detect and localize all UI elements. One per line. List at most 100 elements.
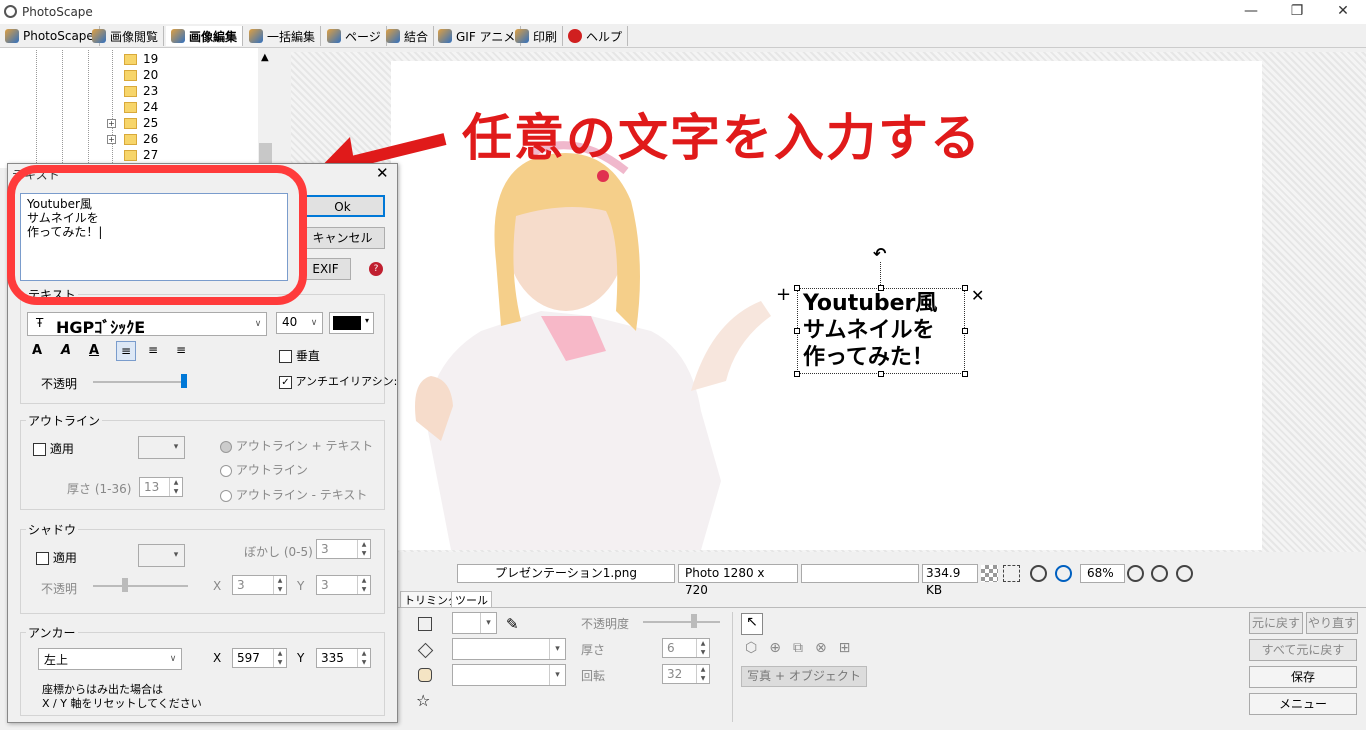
opacity-slider-thumb[interactable] (691, 614, 697, 628)
tab-batch[interactable]: 一括編集 (244, 26, 322, 46)
outline-color-select[interactable]: ▾ (138, 436, 185, 459)
tab-tools[interactable]: ツール (451, 591, 492, 608)
style-combo-2[interactable]: ▾ (452, 664, 566, 686)
align-right-icon[interactable]: ≡ (171, 341, 191, 361)
tab-help[interactable]: ヘルプ (563, 26, 629, 46)
rounded-rect-tool-icon[interactable] (418, 668, 432, 682)
color-combo[interactable]: ▾ (452, 612, 497, 634)
align-left-icon[interactable]: ≡ (116, 341, 136, 361)
tree-node[interactable]: 26 (143, 131, 158, 147)
outline-opt-2[interactable]: アウトライン (220, 461, 308, 478)
resize-handle[interactable] (878, 285, 884, 291)
delete-object-icon[interactable]: ✕ (971, 286, 984, 305)
tab-print[interactable]: 印刷 (510, 26, 564, 46)
zoom-fit-icon[interactable] (1055, 565, 1072, 582)
move-icon[interactable]: + (776, 284, 791, 305)
scroll-thumb[interactable] (259, 143, 272, 165)
opacity-slider[interactable] (643, 621, 720, 623)
star-tool-icon[interactable]: ☆ (416, 691, 430, 710)
undo-all-button[interactable]: すべて元に戻す (1249, 639, 1357, 661)
undo-button[interactable]: 元に戻す (1249, 612, 1303, 634)
redo-button[interactable]: やり直す (1306, 612, 1358, 634)
shadow-opacity-slider[interactable] (93, 585, 188, 587)
antialias-checkbox[interactable]: ✓ アンチエイリアシン: (279, 373, 397, 389)
save-button[interactable]: 保存 (1249, 666, 1357, 688)
dialog-close-icon[interactable]: ✕ (376, 166, 389, 181)
object-tool-icons[interactable]: ⬡⊕⧉⊗⊞ (745, 640, 862, 656)
outline-apply-checkbox[interactable]: 適用 (33, 440, 74, 457)
tab-combine[interactable]: 結合 (381, 26, 435, 46)
scroll-up-icon[interactable]: ▲ (261, 52, 269, 63)
tab-photoscape[interactable]: PhotoScape (0, 26, 100, 46)
tab-gif[interactable]: GIF アニメ (433, 26, 522, 46)
eyedropper-icon[interactable]: ✎ (506, 615, 519, 633)
text-opacity-slider[interactable] (93, 381, 186, 383)
help-icon[interactable]: ? (369, 262, 383, 276)
blur-spinner[interactable]: 3 ▲ ▼ (316, 539, 371, 559)
resize-handle[interactable] (794, 285, 800, 291)
text-opacity-thumb[interactable] (181, 374, 187, 388)
exif-button[interactable]: EXIF (300, 258, 351, 280)
outline-opt-1[interactable]: アウトライン + テキスト (220, 437, 373, 454)
resize-handle[interactable] (878, 371, 884, 377)
tree-node[interactable]: 27 (143, 147, 158, 163)
rectangle-tool-icon[interactable] (418, 617, 432, 631)
resize-handle[interactable] (794, 371, 800, 377)
minimize-button[interactable]: — (1228, 0, 1274, 24)
rotate-spinner[interactable]: 32 ▲ ▼ (662, 664, 710, 684)
expand-icon[interactable]: + (107, 119, 116, 128)
pointer-tool-icon[interactable]: ↖ (741, 613, 763, 635)
tab-page[interactable]: ページ (322, 26, 387, 46)
ok-button[interactable]: Ok (300, 195, 385, 217)
anchor-select[interactable]: 左上 ∨ (38, 648, 182, 670)
expand-icon[interactable]: + (107, 135, 116, 144)
zoom-in-icon[interactable] (1127, 565, 1144, 582)
bold-icon[interactable]: A (32, 343, 42, 358)
folder-icon (124, 86, 137, 97)
style-combo-1[interactable]: ▾ (452, 638, 566, 660)
shadow-opacity-thumb[interactable] (122, 578, 128, 592)
tree-node[interactable]: 19 (143, 51, 158, 67)
status-dimensions: Photo 1280 x 720 (678, 564, 798, 597)
resize-handle[interactable] (962, 371, 968, 377)
menu-button[interactable]: メニュー (1249, 693, 1357, 715)
thickness-spinner[interactable]: 6 ▲ ▼ (662, 638, 710, 658)
photo-object-button[interactable]: 写真 + オブジェクト (741, 666, 867, 687)
vertical-checkbox[interactable]: 垂直 (279, 347, 320, 364)
text-object[interactable]: Youtuber風 サムネイルを 作ってみた！ (803, 290, 937, 371)
transparency-icon[interactable] (981, 565, 998, 582)
close-window-button[interactable]: ✕ (1320, 0, 1366, 24)
shadow-apply-checkbox[interactable]: 適用 (36, 549, 77, 566)
rotate-icon[interactable]: ↶ (873, 244, 886, 263)
tree-node[interactable]: 25 (143, 115, 158, 131)
anchor-x-spinner[interactable]: 597 ▲ ▼ (232, 648, 287, 668)
shadow-color-select[interactable]: ▾ (138, 544, 185, 567)
shadow-x-spinner[interactable]: 3 ▲ ▼ (232, 575, 287, 595)
underline-icon[interactable]: A (89, 343, 99, 358)
italic-icon[interactable]: A (61, 343, 71, 358)
cancel-button[interactable]: キャンセル (300, 227, 385, 249)
size-select[interactable]: 40 ∨ (276, 312, 323, 334)
outline-opt-3[interactable]: アウトライン - テキスト (220, 486, 367, 503)
tree-node[interactable]: 23 (143, 83, 158, 99)
tree-node[interactable]: 20 (143, 67, 158, 83)
resize-handle[interactable] (962, 328, 968, 334)
tab-viewer[interactable]: 画像閲覧 (87, 26, 165, 46)
resize-handle[interactable] (794, 328, 800, 334)
resize-handle[interactable] (962, 285, 968, 291)
fit-icon[interactable] (1003, 565, 1020, 582)
anchor-y-spinner[interactable]: 335 ▲ ▼ (316, 648, 371, 668)
tree-node[interactable]: 24 (143, 99, 158, 115)
font-select[interactable]: Ŧ HGPｺﾞｼｯｸE ∨ (27, 312, 267, 337)
photoscape-icon (5, 29, 19, 43)
zoom-out-icon[interactable] (1151, 565, 1168, 582)
info-icon[interactable] (1176, 565, 1193, 582)
tab-editor[interactable]: 画像編集 (166, 26, 244, 46)
outline-thickness-spinner[interactable]: 13 ▲ ▼ (139, 477, 183, 497)
shadow-y-spinner[interactable]: 3 ▲ ▼ (316, 575, 371, 595)
color-picker[interactable]: ▾ (329, 312, 374, 334)
align-center-icon[interactable]: ≡ (143, 341, 163, 361)
anchor-group-label: アンカー (26, 624, 78, 641)
maximize-button[interactable]: ❐ (1274, 0, 1320, 24)
zoom-actual-icon[interactable] (1030, 565, 1047, 582)
